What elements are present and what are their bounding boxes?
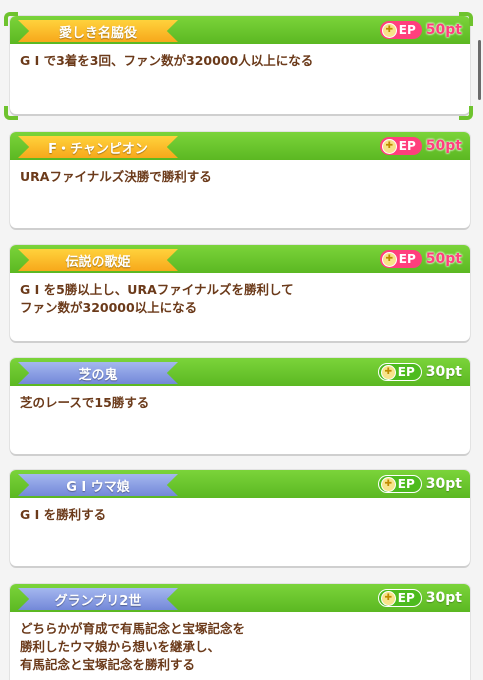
achievement-title: 愛しき名脇役	[18, 20, 178, 42]
reward: ✚ EP 30pt	[377, 588, 462, 608]
ep-badge: ✚ EP	[377, 475, 422, 493]
ep-badge: ✚ EP	[377, 363, 422, 381]
reward: ✚ EP 50pt	[379, 136, 462, 156]
card-header: F・チャンピオン ✚ EP 50pt	[10, 132, 470, 160]
plus-icon: ✚	[380, 590, 396, 606]
ep-badge: ✚ EP	[379, 137, 422, 155]
reward-points: 30pt	[425, 364, 462, 380]
selection-corner-icon	[4, 106, 18, 120]
reward-points: 50pt	[425, 251, 462, 267]
achievement-description: G I を5勝以上し、URAファイナルズを勝利して ファン数が320000以上に…	[20, 282, 294, 315]
card-header: グランプリ2世 ✚ EP 30pt	[10, 584, 470, 612]
reward: ✚ EP 50pt	[379, 20, 462, 40]
ep-label: EP	[397, 591, 415, 605]
achievement-card[interactable]: G I ウマ娘 ✚ EP 30pt G I を勝利する	[10, 470, 470, 566]
achievement-description: どちらかが育成で有馬記念と宝塚記念を 勝利したウマ娘から想いを継承し、 有馬記念…	[20, 621, 246, 672]
scrollbar[interactable]	[478, 40, 481, 100]
selection-corner-icon	[459, 12, 473, 26]
achievement-title: 伝説の歌姫	[18, 249, 178, 271]
card-header: G I ウマ娘 ✚ EP 30pt	[10, 470, 470, 498]
reward-points: 50pt	[425, 22, 462, 38]
ep-label: EP	[398, 252, 416, 266]
ep-badge: ✚ EP	[379, 21, 422, 39]
achievement-description: URAファイナルズ決勝で勝利する	[20, 169, 212, 184]
ep-label: EP	[397, 477, 415, 491]
reward-points: 30pt	[425, 590, 462, 606]
card-header: 芝の鬼 ✚ EP 30pt	[10, 358, 470, 386]
plus-icon: ✚	[381, 22, 397, 38]
ep-badge: ✚ EP	[379, 250, 422, 268]
selection-corner-icon	[459, 106, 473, 120]
achievement-card[interactable]: F・チャンピオン ✚ EP 50pt URAファイナルズ決勝で勝利する	[10, 132, 470, 228]
ep-label: EP	[397, 365, 415, 379]
achievement-description: 芝のレースで15勝する	[20, 395, 150, 410]
reward-points: 50pt	[425, 138, 462, 154]
achievement-description: G I を勝利する	[20, 507, 107, 522]
ep-badge: ✚ EP	[377, 589, 422, 607]
achievement-title: G I ウマ娘	[18, 474, 178, 496]
card-header: 愛しき名脇役 ✚ EP 50pt	[10, 16, 470, 44]
reward: ✚ EP 50pt	[379, 249, 462, 269]
reward-points: 30pt	[425, 476, 462, 492]
achievement-description: G I で3着を3回、ファン数が320000人以上になる	[20, 53, 314, 68]
plus-icon: ✚	[380, 476, 396, 492]
card-header: 伝説の歌姫 ✚ EP 50pt	[10, 245, 470, 273]
achievement-list: 愛しき名脇役 ✚ EP 50pt G I で3着を3回、ファン数が320000人…	[0, 0, 483, 680]
ep-label: EP	[398, 139, 416, 153]
achievement-card[interactable]: グランプリ2世 ✚ EP 30pt どちらかが育成で有馬記念と宝塚記念を 勝利し…	[10, 584, 470, 680]
achievement-title: 芝の鬼	[18, 362, 178, 384]
reward: ✚ EP 30pt	[377, 474, 462, 494]
reward: ✚ EP 30pt	[377, 362, 462, 382]
selection-corner-icon	[4, 12, 18, 26]
achievement-card[interactable]: 芝の鬼 ✚ EP 30pt 芝のレースで15勝する	[10, 358, 470, 454]
plus-icon: ✚	[380, 364, 396, 380]
achievement-title: F・チャンピオン	[18, 136, 178, 158]
plus-icon: ✚	[381, 138, 397, 154]
plus-icon: ✚	[381, 251, 397, 267]
achievement-card[interactable]: 伝説の歌姫 ✚ EP 50pt G I を5勝以上し、URAファイナルズを勝利し…	[10, 245, 470, 341]
achievement-card[interactable]: 愛しき名脇役 ✚ EP 50pt G I で3着を3回、ファン数が320000人…	[10, 16, 470, 114]
achievement-title: グランプリ2世	[18, 588, 178, 610]
ep-label: EP	[398, 23, 416, 37]
